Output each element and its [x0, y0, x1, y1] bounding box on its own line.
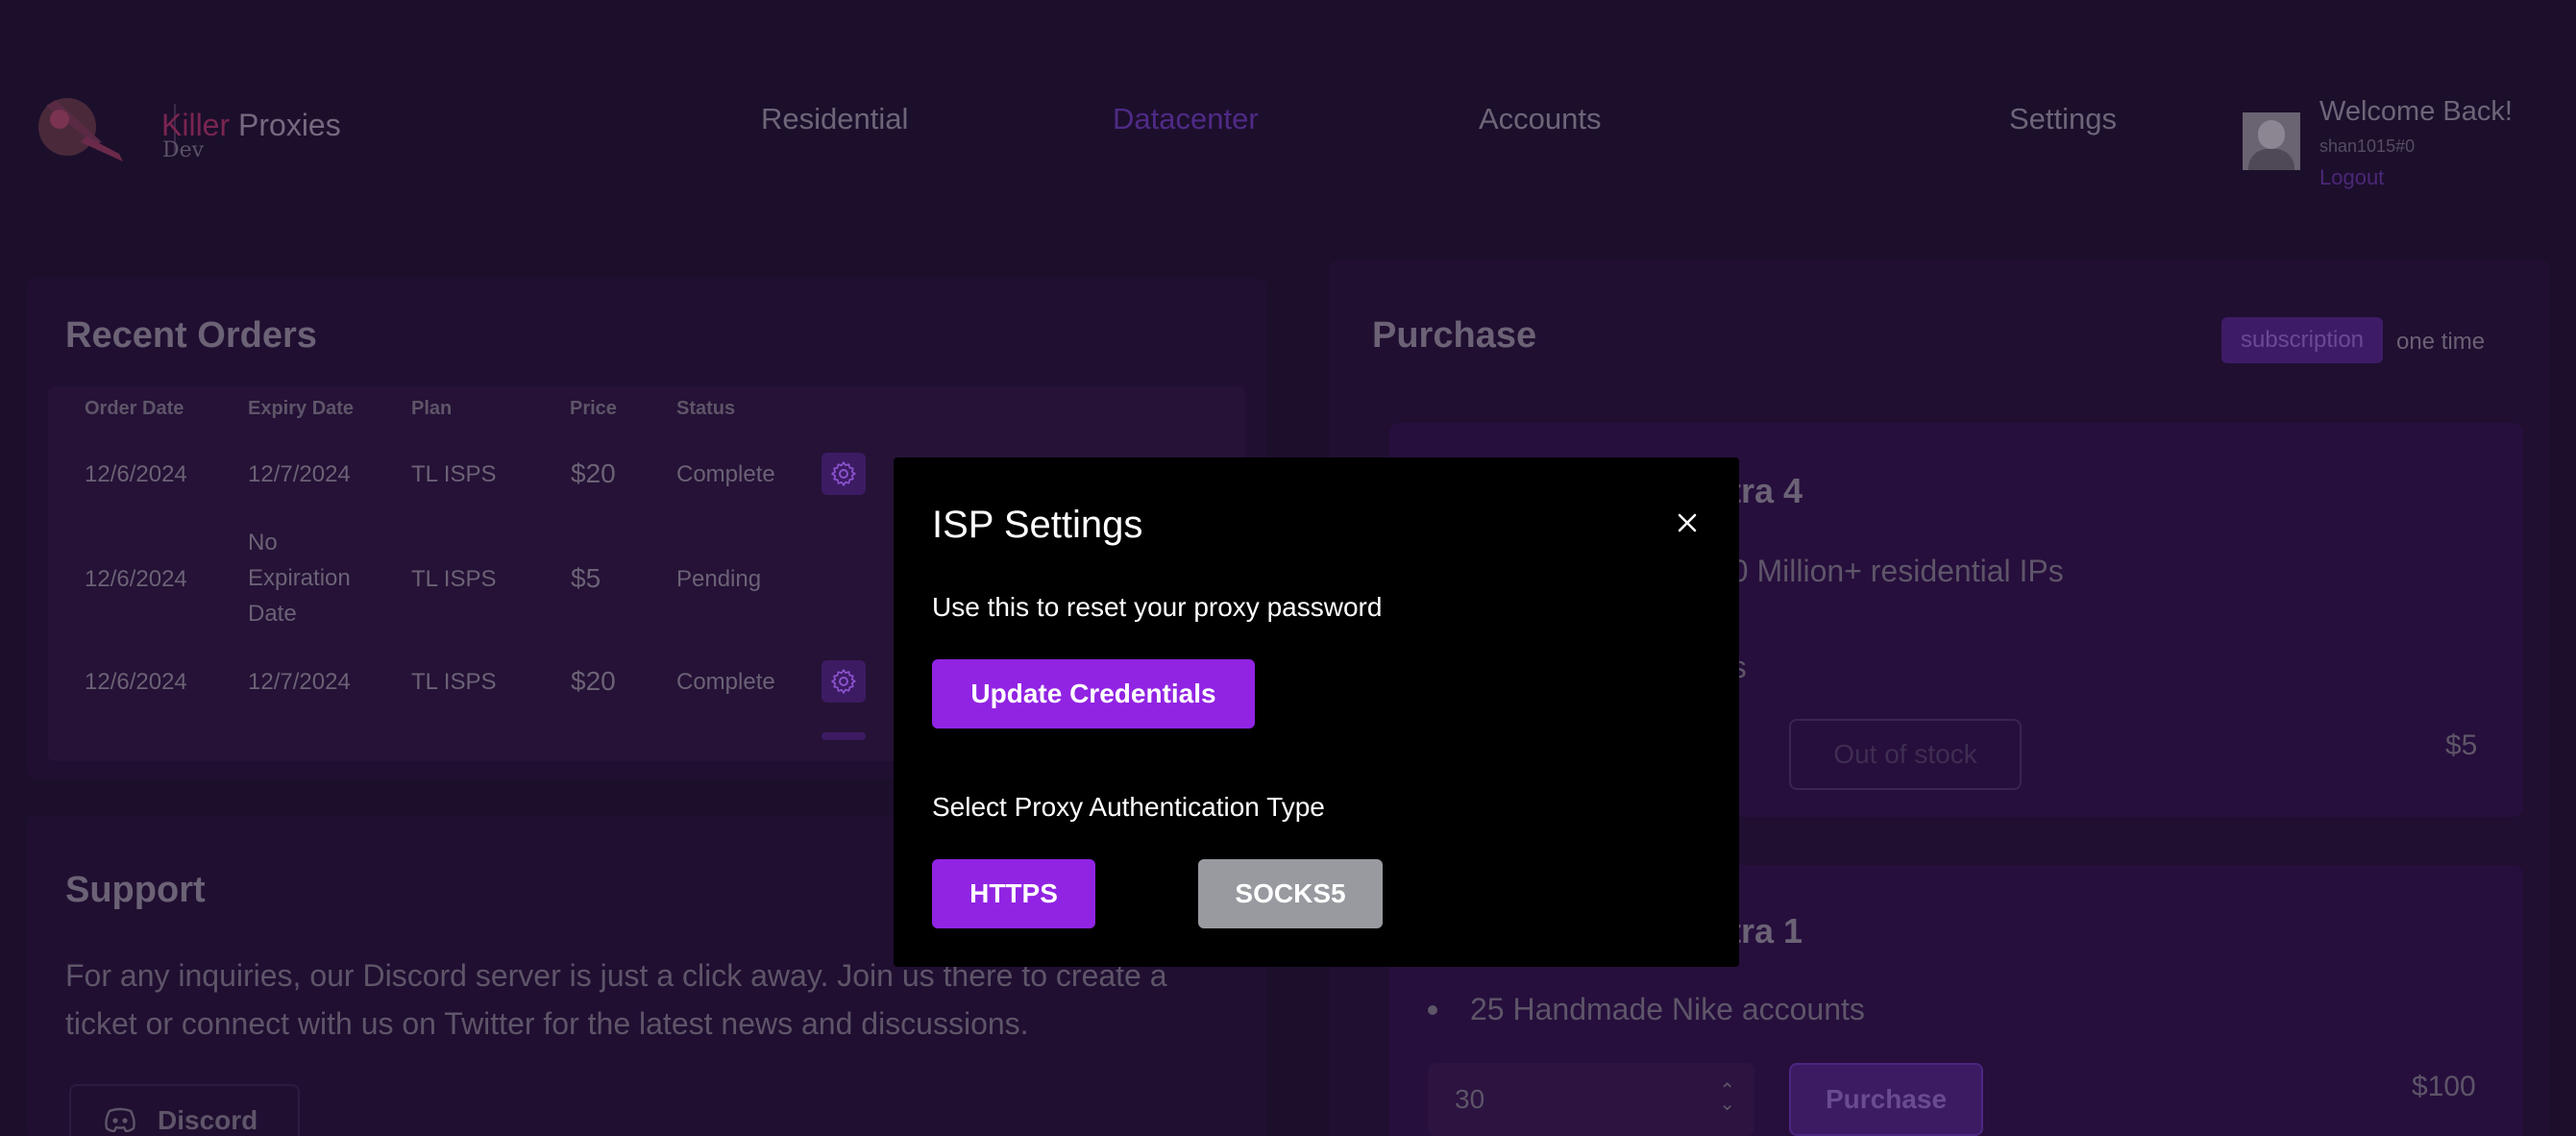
row2-price: $5 [571, 563, 601, 593]
discord-label: Discord [158, 1105, 258, 1135]
col-order-date: Order Date [85, 398, 184, 419]
discord-icon [105, 1107, 135, 1132]
update-credentials-button[interactable]: Update Credentials [932, 659, 1255, 729]
col-plan: Plan [411, 398, 453, 419]
row1-settings-button[interactable] [822, 453, 866, 495]
row1-price: $20 [571, 458, 616, 488]
brand-logo[interactable]: Killer Proxies Dev [27, 86, 354, 163]
welcome-text: Welcome Back! [2319, 96, 2513, 127]
product-price: $100 [2412, 1071, 2476, 1102]
close-icon[interactable] [1672, 507, 1703, 538]
https-button[interactable]: HTTPS [932, 859, 1095, 928]
toggle-subscription[interactable]: subscription [2221, 317, 2383, 363]
product-price: $5 [2445, 729, 2478, 761]
toggle-one-time[interactable]: one time [2396, 329, 2485, 356]
row2-expiry-date: No Expiration Date [248, 530, 351, 627]
gear-icon [831, 461, 856, 486]
gear-icon [831, 669, 856, 694]
product-feature: 00 Million+ residential IPs [1714, 554, 2064, 588]
row3-order-date: 12/6/2024 [85, 669, 187, 695]
username: shan1015#0 [2319, 136, 2416, 156]
isp-settings-modal: ISP Settings Use this to reset your prox… [894, 457, 1739, 967]
quantity-value: 30 [1455, 1084, 1485, 1114]
avatar[interactable] [2243, 112, 2300, 170]
top-header: Killer Proxies Dev Residential Datacente… [0, 0, 2576, 231]
logo-mark-icon [38, 98, 123, 161]
row4-settings-button-partial[interactable] [822, 732, 866, 740]
avatar-body [2248, 149, 2294, 170]
col-price: Price [570, 398, 617, 419]
brand-sub: Dev [162, 138, 205, 162]
recent-orders-title: Recent Orders [65, 315, 317, 356]
nav-datacenter[interactable]: Datacenter [1113, 102, 1259, 136]
row3-price: $20 [571, 666, 616, 696]
purchase-title: Purchase [1372, 315, 1537, 356]
row1-plan: TL ISPS [411, 461, 497, 487]
col-status: Status [676, 398, 736, 419]
row2-status: Pending [676, 566, 762, 592]
row2-order-date: 12/6/2024 [85, 566, 187, 592]
nav-settings[interactable]: Settings [2009, 102, 2117, 136]
quantity-select[interactable]: 30 ⌃ ⌄ [1428, 1063, 1754, 1136]
modal-title: ISP Settings [932, 504, 1143, 546]
discord-button[interactable]: Discord [69, 1084, 300, 1136]
socks5-button[interactable]: SOCKS5 [1198, 859, 1383, 928]
list-bullet [1428, 1005, 1437, 1015]
updown-arrows-icon: ⌃ ⌄ [1719, 1080, 1735, 1115]
row1-order-date: 12/6/2024 [85, 461, 187, 487]
purchase-button[interactable]: Purchase [1789, 1063, 1983, 1136]
out-of-stock-button[interactable]: Out of stock [1789, 719, 2022, 790]
nav-accounts[interactable]: Accounts [1479, 102, 1602, 136]
support-title: Support [65, 870, 206, 910]
brand-name-proxies: Proxies [230, 108, 341, 142]
modal-description: Use this to reset your proxy password [932, 592, 1383, 622]
auth-type-label: Select Proxy Authentication Type [932, 792, 1325, 822]
col-expiry-date: Expiry Date [248, 398, 355, 419]
row3-plan: TL ISPS [411, 669, 497, 695]
row3-settings-button[interactable] [822, 660, 866, 703]
row2-plan: TL ISPS [411, 566, 497, 592]
nav-residential[interactable]: Residential [761, 102, 908, 136]
row1-status: Complete [676, 461, 775, 487]
product-feature: 25 Handmade Nike accounts [1470, 992, 1865, 1026]
avatar-head [2258, 120, 2285, 149]
row1-expiry-date: 12/7/2024 [248, 461, 351, 487]
logout-link[interactable]: Logout [2319, 165, 2384, 190]
row3-expiry-date: 12/7/2024 [248, 669, 351, 695]
row3-status: Complete [676, 669, 775, 695]
brand-name-killer: Killer [161, 108, 231, 142]
